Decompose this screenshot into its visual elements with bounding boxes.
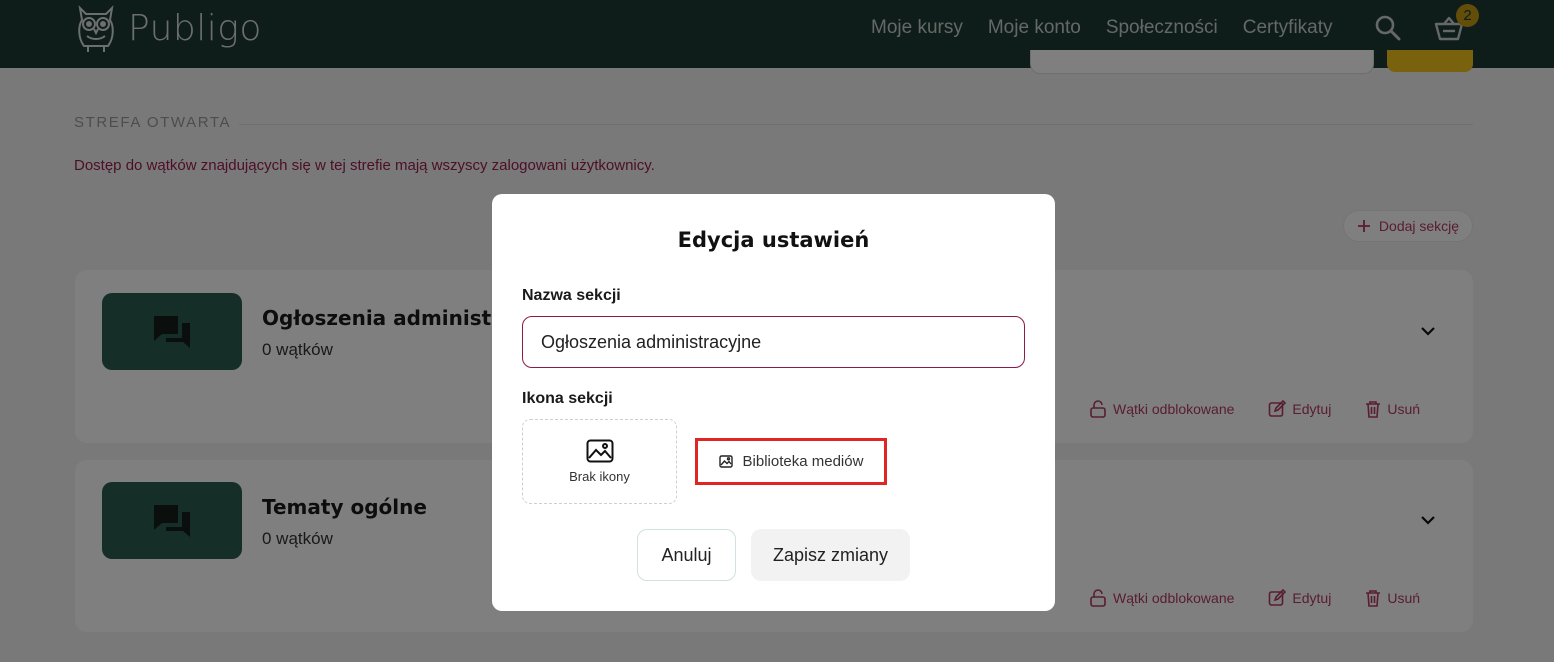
image-placeholder-icon — [586, 439, 613, 463]
media-library-button[interactable]: Biblioteka mediów — [695, 438, 887, 485]
media-library-label: Biblioteka mediów — [742, 453, 864, 470]
dialog-title: Edycja ustawień — [677, 228, 870, 252]
no-icon-label: Brak ikony — [569, 469, 630, 484]
section-icon-label: Ikona sekcji — [522, 390, 613, 407]
edit-settings-dialog: Edycja ustawień Nazwa sekcji Ikona sekcj… — [492, 194, 1055, 611]
cancel-button[interactable]: Anuluj — [637, 529, 736, 581]
icon-preview-box[interactable]: Brak ikony — [522, 419, 677, 504]
section-name-label: Nazwa sekcji — [522, 287, 621, 304]
image-icon — [718, 455, 733, 468]
save-changes-button[interactable]: Zapisz zmiany — [751, 529, 910, 581]
section-name-input[interactable] — [522, 316, 1025, 368]
